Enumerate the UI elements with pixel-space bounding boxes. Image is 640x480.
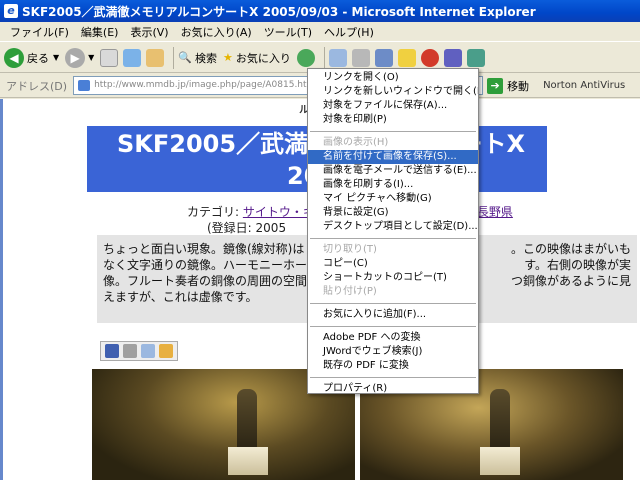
chevron-down-icon[interactable]: ▼: [88, 53, 94, 62]
category-link-region[interactable]: 長野県: [477, 205, 513, 219]
back-arrow-icon: ◀: [4, 47, 24, 68]
context-menu-separator: [310, 131, 476, 132]
statue-figure: [237, 389, 257, 449]
save-icon[interactable]: [105, 344, 119, 358]
context-menu-item[interactable]: マイ ピクチャへ移動(G): [308, 192, 478, 206]
favorites-button[interactable]: ★ お気に入り: [223, 50, 291, 66]
back-button[interactable]: ◀ 戻る ▼: [4, 47, 59, 68]
context-menu-item[interactable]: ショートカットのコピー(T): [308, 271, 478, 285]
norton-antivirus-button[interactable]: Norton AntiVirus: [543, 80, 625, 91]
context-menu-item[interactable]: リンクを新しいウィンドウで開く(N): [308, 85, 478, 99]
context-menu-item[interactable]: デスクトップ項目として設定(D)...: [308, 220, 478, 234]
context-menu-separator: [310, 303, 476, 304]
menu-tools[interactable]: ツール(T): [258, 24, 318, 40]
mail-icon[interactable]: [141, 344, 155, 358]
print-icon[interactable]: [123, 344, 137, 358]
back-label: 戻る: [27, 51, 49, 65]
discuss-icon[interactable]: [397, 48, 416, 67]
forward-arrow-icon: ▶: [65, 47, 86, 68]
desc-line-2-end: す。右側の映像が実: [524, 258, 631, 272]
context-menu-item[interactable]: プロパティ(R): [308, 382, 478, 396]
menu-view[interactable]: 表示(V): [124, 24, 174, 40]
desc-line-2: なく文字通りの鏡像。ハーモニーホール: [103, 258, 320, 272]
menu-favorites[interactable]: お気に入り(A): [175, 24, 258, 40]
star-icon: ★: [223, 51, 233, 64]
folder-icon[interactable]: [159, 344, 173, 358]
menu-help[interactable]: ヘルプ(H): [318, 24, 380, 40]
context-menu: リンクを開く(O) リンクを新しいウィンドウで開く(N) 対象をファイルに保存(A)…: [307, 68, 479, 394]
image-toolbar: [100, 341, 178, 361]
menu-edit[interactable]: 編集(E): [75, 24, 125, 40]
statue-pedestal: [228, 447, 268, 475]
toolbar-separator: [323, 46, 325, 69]
context-menu-item[interactable]: 画像を印刷する(I)...: [308, 178, 478, 192]
window-title: SKF2005／武満徹メモリアルコンサートX 2005/09/03 - Micr…: [22, 4, 536, 19]
address-label: アドレス(D): [6, 79, 68, 93]
context-menu-separator: [310, 238, 476, 239]
context-menu-item[interactable]: 対象をファイルに保存(A)...: [308, 99, 478, 113]
context-menu-separator: [310, 326, 476, 327]
go-label: 移動: [507, 79, 530, 93]
research-icon[interactable]: [466, 48, 485, 67]
history-icon[interactable]: [296, 48, 315, 67]
mail-icon[interactable]: [328, 48, 347, 67]
menu-file[interactable]: ファイル(F): [4, 24, 75, 40]
context-menu-item[interactable]: 画像を電子メールで送信する(E)...: [308, 164, 478, 178]
toolbar-separator: [173, 46, 175, 69]
context-menu-item[interactable]: リンクを開く(O): [308, 71, 478, 85]
favorites-label: お気に入り: [235, 51, 291, 65]
statue-figure: [490, 389, 510, 449]
context-menu-item[interactable]: 対象を印刷(P): [308, 113, 478, 127]
home-icon[interactable]: [146, 48, 165, 67]
edit-icon[interactable]: [374, 48, 393, 67]
desc-line-3: 像。フルート奏者の銅像の周囲の空間: [103, 274, 308, 288]
menu-bar: ファイル(F) 編集(E) 表示(V) お気に入り(A) ツール(T) ヘルプ(…: [0, 22, 640, 42]
title-bar[interactable]: e SKF2005／武満徹メモリアルコンサートX 2005/09/03 - Mi…: [0, 0, 640, 22]
stop-icon[interactable]: [100, 48, 119, 67]
context-menu-item[interactable]: JWordでウェブ検索(J): [308, 345, 478, 359]
messenger-icon[interactable]: [443, 48, 462, 67]
search-label: 検索: [195, 51, 218, 65]
page-title-line1: SKF2005／武満: [117, 130, 309, 158]
forward-button[interactable]: ▶ ▼: [65, 47, 94, 68]
chevron-down-icon[interactable]: ▼: [53, 53, 59, 62]
context-menu-separator: [310, 377, 476, 378]
go-arrow-icon: ➔: [487, 77, 504, 94]
category-prefix: カテゴリ:: [187, 205, 243, 219]
search-button[interactable]: 🔍 検索: [178, 50, 217, 66]
search-icon: 🔍: [178, 51, 193, 64]
refresh-icon[interactable]: [123, 48, 142, 67]
context-menu-item: 画像の表示(H): [323, 137, 389, 148]
desc-line-1: ちょっと面白い現象。鏡像(線対称)は: [103, 242, 305, 256]
ie-icon: e: [4, 4, 18, 18]
desc-line-1-end: 。この映像はまがいも: [510, 242, 631, 256]
context-menu-item[interactable]: お気に入りに追加(F)...: [308, 308, 478, 322]
context-menu-item: 切り取り(T): [323, 244, 377, 255]
context-menu-item[interactable]: コピー(C): [308, 257, 478, 271]
registration-date: (登録日: 2005: [207, 221, 287, 235]
stop-popup-icon[interactable]: [420, 48, 439, 67]
statue-pedestal: [480, 447, 520, 475]
go-button[interactable]: ➔ 移動: [487, 77, 530, 94]
context-menu-item[interactable]: Adobe PDF への変換: [308, 331, 478, 345]
print-icon[interactable]: [351, 48, 370, 67]
context-menu-item[interactable]: 名前を付けて画像を保存(S)...: [308, 150, 478, 164]
context-menu-item: 貼り付け(P): [323, 286, 377, 297]
context-menu-item[interactable]: 既存の PDF に変換: [308, 359, 478, 373]
desc-line-3-end: つ銅像があるように見: [510, 274, 631, 288]
context-menu-item[interactable]: 背景に設定(G): [308, 206, 478, 220]
